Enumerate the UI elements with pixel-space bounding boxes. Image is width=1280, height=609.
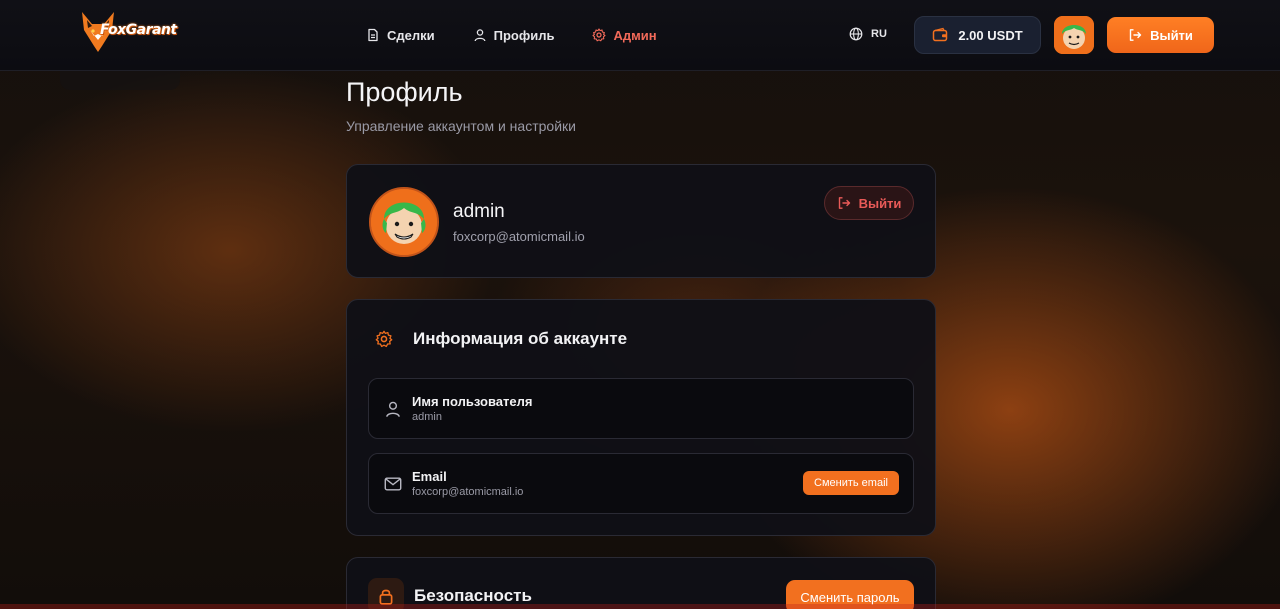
logout-label: Выйти (858, 195, 902, 211)
account-info-header: Информация об аккаунте (375, 329, 627, 349)
nav-item-admin[interactable]: Админ (592, 26, 657, 44)
profile-logout-button[interactable]: Выйти (824, 186, 914, 220)
logout-icon (838, 197, 850, 209)
brand-logo[interactable]: FoxGarant (78, 10, 182, 54)
email-field-value: foxcorp@atomicmail.io (412, 486, 524, 498)
profile-card: admin foxcorp@atomicmail.io Выйти (346, 164, 936, 278)
security-card: Безопасность Сменить пароль (346, 557, 936, 609)
language-label: RU (871, 28, 887, 40)
nav-item-label: Профиль (493, 27, 555, 43)
profile-username: admin (453, 201, 505, 222)
header-avatar[interactable] (1054, 16, 1094, 54)
security-title: Безопасность (414, 586, 532, 605)
mail-icon (384, 477, 402, 491)
username-field: Имя пользователя admin (368, 378, 914, 439)
avatar-icon (371, 189, 437, 255)
email-field-label: Email (412, 469, 447, 484)
brand-name: FoxGarant (100, 22, 177, 38)
language-switcher[interactable]: RU (849, 27, 887, 41)
header-logout-button[interactable]: Выйти (1107, 17, 1214, 53)
gear-icon (375, 330, 393, 348)
username-field-value: admin (412, 411, 442, 423)
profile-email: foxcorp@atomicmail.io (453, 229, 585, 244)
top-header: FoxGarant Сделки Профиль Админ RU 2.00 U… (0, 0, 1280, 71)
username-field-label: Имя пользователя (412, 394, 533, 409)
globe-icon (849, 27, 863, 41)
account-info-title: Информация об аккаунте (413, 329, 628, 348)
change-email-button[interactable]: Сменить email (803, 471, 899, 495)
nav-item-label: Сделки (387, 27, 435, 43)
avatar-icon (1054, 16, 1094, 54)
logout-label: Выйти (1150, 27, 1193, 43)
bottom-edge (0, 604, 1280, 609)
nav-item-deals[interactable]: Сделки (366, 26, 435, 44)
user-icon (474, 29, 486, 42)
account-info-card: Информация об аккаунте Имя пользователя … (346, 299, 936, 536)
wallet-icon (933, 27, 948, 42)
avatar (369, 187, 439, 257)
page-subtitle: Управление аккаунтом и настройки (346, 118, 576, 134)
nav-item-profile[interactable]: Профиль (473, 26, 555, 44)
wallet-balance[interactable]: 2.00 USDT (914, 16, 1041, 54)
main-nav: Сделки Профиль Админ (366, 26, 695, 44)
lock-icon (379, 589, 393, 605)
nav-item-label: Админ (613, 27, 657, 43)
page-title: Профиль (346, 77, 463, 107)
document-icon (368, 28, 378, 42)
user-icon (386, 401, 400, 417)
gear-icon (592, 28, 607, 42)
balance-amount: 2.00 USDT (958, 27, 1023, 43)
logout-icon (1129, 29, 1142, 41)
email-field: Email foxcorp@atomicmail.io Сменить emai… (368, 453, 914, 514)
